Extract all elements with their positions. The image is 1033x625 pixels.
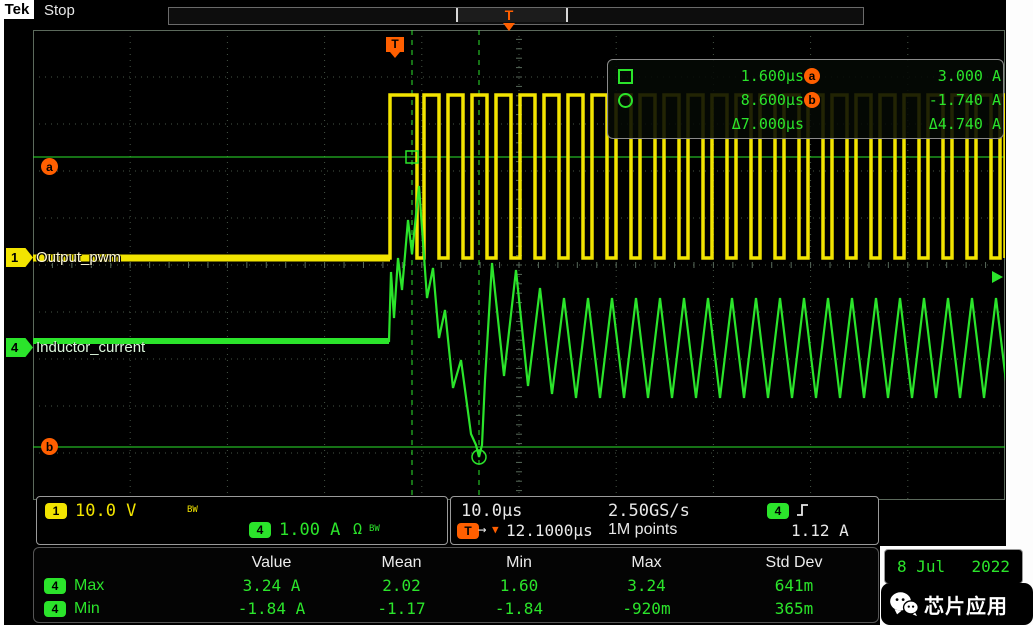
cursor-readout-box: 1.600µs a 3.000 A 8.600µs b -1.740 A Δ7.…: [607, 59, 1004, 139]
frame-left: [0, 0, 4, 625]
cursor-b-readout-badge: b: [804, 92, 820, 108]
cursor1-time: 1.600µs: [658, 67, 804, 85]
col-std: Std Dev: [714, 554, 874, 572]
channel-scale-box[interactable]: 1 10.0 V BW 4 1.00 A Ω BW: [36, 496, 448, 545]
cursor-b-badge[interactable]: b: [41, 438, 58, 455]
date-box: 8 Jul 2022: [884, 549, 1023, 584]
cursor2-time: 8.600µs: [658, 91, 804, 109]
ch4-coupling: Ω: [353, 520, 362, 538]
cursor-b-value: -1.740 A: [846, 91, 1001, 109]
measurements-panel: Value Mean Min Max Std Dev 4Max 3.24 A 2…: [33, 547, 879, 623]
cursor-a-badge[interactable]: a: [41, 158, 58, 175]
chat-bubbles-icon: [889, 591, 919, 617]
cursor1-square-icon: [618, 69, 633, 84]
expansion-point-marker: [503, 23, 515, 31]
sample-rate: 2.50GS/s: [608, 501, 690, 521]
cursor2-circle-icon: [618, 93, 633, 108]
ch1-badge[interactable]: 1: [45, 503, 67, 519]
oscilloscope-display: Tek Stop T T a b 1 4 Output_pwm Inductor…: [0, 0, 1033, 625]
trigger-level[interactable]: 1.12 A: [791, 521, 849, 540]
col-value: Value: [199, 554, 344, 572]
record-length: 1M points: [608, 521, 677, 539]
cursor-a-value: 3.000 A: [846, 67, 1001, 85]
cursor-a-readout-badge: a: [804, 68, 820, 84]
cursor-delta-time: Δ7.000µs: [658, 115, 804, 133]
meas-ch-badge: 4: [44, 601, 66, 617]
measurement-row-max: 4Max 3.24 A 2.02 1.60 3.24 641m: [34, 574, 878, 597]
trigger-slope-icon: [795, 501, 811, 519]
col-min: Min: [459, 554, 579, 572]
cursor-delta-value: Δ4.740 A: [846, 115, 1001, 133]
col-max: Max: [579, 554, 714, 572]
ch4-ground-marker[interactable]: 4: [6, 338, 33, 357]
ch1-bandwidth-icon: BW: [187, 505, 198, 515]
trigger-flag-arrow-icon: [390, 52, 400, 58]
meas-ch-badge: 4: [44, 578, 66, 594]
tek-logo: Tek: [0, 0, 34, 19]
ch1-waveform-label: Output_pwm: [36, 249, 121, 266]
ch4-scale[interactable]: 1.00 A: [279, 520, 340, 540]
ch1-scale[interactable]: 10.0 V: [75, 501, 136, 521]
timebase-trigger-box[interactable]: 10.0µs 2.50GS/s 4 T → ▼ 12.1000µs 1M poi…: [450, 496, 879, 545]
acquisition-status: Stop: [44, 2, 75, 19]
watermark: 芯片应用: [881, 583, 1033, 625]
trigger-badge: T: [457, 523, 479, 539]
measurement-row-min: 4Min -1.84 A -1.17 -1.84 -920m 365m: [34, 597, 878, 620]
trigger-marker-icon: ▼: [492, 523, 499, 536]
frame-right: [1006, 0, 1033, 625]
ch1-ground-marker[interactable]: 1: [6, 248, 33, 267]
trigger-arrow-icon: →: [478, 522, 486, 538]
trigger-position-indicator[interactable]: T: [500, 8, 518, 31]
ch4-badge[interactable]: 4: [249, 522, 271, 538]
measurements-header-row: Value Mean Min Max Std Dev: [34, 551, 878, 574]
trigger-time-flag[interactable]: T: [386, 37, 404, 58]
trigger-level-arrow[interactable]: [992, 271, 1003, 283]
col-mean: Mean: [344, 554, 459, 572]
trigger-source-badge[interactable]: 4: [767, 503, 789, 519]
year: 2022: [971, 557, 1010, 576]
watermark-text: 芯片应用: [924, 590, 1008, 619]
trigger-delay[interactable]: 12.1000µs: [506, 521, 593, 540]
timebase-scale[interactable]: 10.0µs: [461, 501, 522, 521]
date: 8 Jul: [897, 557, 945, 576]
ch4-bandwidth-icon: BW: [369, 524, 380, 534]
ch4-waveform-label: Inductor_current: [36, 339, 145, 356]
